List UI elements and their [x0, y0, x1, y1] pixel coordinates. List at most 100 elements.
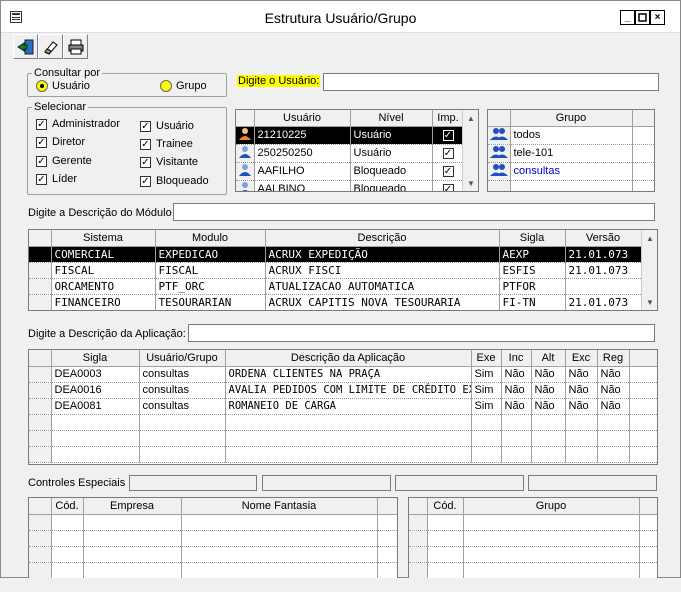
print-button[interactable] — [63, 34, 88, 59]
checkbox-visitante[interactable]: ✓ Visitante — [140, 156, 198, 168]
cell-empty — [629, 430, 657, 447]
checkbox-trainee[interactable]: ✓ Trainee — [140, 138, 193, 150]
table-row[interactable] — [409, 514, 657, 531]
header-exe[interactable]: Exe — [471, 350, 502, 367]
header-modulo[interactable]: Modulo — [155, 230, 266, 247]
cell-imp[interactable]: ✓ — [432, 144, 465, 163]
table-row[interactable] — [409, 562, 657, 578]
cell-inc[interactable]: Não — [501, 382, 532, 399]
radio-usuario[interactable]: Usuário — [36, 80, 90, 92]
table-row[interactable]: COMERCIAL EXPEDICAO ACRUX EXPEDIÇÃO AEXP… — [29, 246, 642, 263]
table-row[interactable] — [29, 446, 657, 463]
cell-alt[interactable]: Não — [531, 398, 566, 415]
table-row[interactable]: FINANCEIRO TESOURARIAN ACRUX CAPITIS NOV… — [29, 294, 642, 310]
modulo-grid-scrollbar[interactable]: ▲ ▼ — [641, 230, 657, 310]
checkbox-bloqueado[interactable]: ✓ Bloqueado — [140, 175, 209, 187]
cell-imp[interactable]: ✓ — [432, 180, 465, 191]
header-usuario[interactable]: Usuário — [254, 110, 351, 127]
cell-reg[interactable]: Não — [597, 382, 630, 399]
header-sistema[interactable]: Sistema — [51, 230, 156, 247]
table-row[interactable] — [29, 430, 657, 447]
header-grupo[interactable]: Grupo — [510, 110, 633, 127]
header-reg[interactable]: Reg — [597, 350, 630, 367]
cell-exe[interactable]: Sim — [471, 398, 502, 415]
table-row[interactable]: consultas — [488, 162, 654, 181]
table-row[interactable] — [488, 180, 654, 191]
table-row[interactable] — [29, 562, 397, 578]
header-nome-fantasia[interactable]: Nome Fantasia — [181, 498, 378, 515]
table-row[interactable]: AAFILHO Bloqueado ✓ — [236, 162, 465, 181]
table-row[interactable]: 21210225 Usuário ✓ — [236, 126, 465, 145]
controle-field-1[interactable] — [129, 475, 257, 491]
cell-exe[interactable]: Sim — [471, 366, 502, 383]
header-versao[interactable]: Versão — [565, 230, 642, 247]
cell-inc[interactable]: Não — [501, 366, 532, 383]
table-row[interactable] — [409, 546, 657, 563]
controle-field-2[interactable] — [262, 475, 391, 491]
cell-imp[interactable]: ✓ — [432, 126, 465, 145]
header-inc[interactable]: Inc — [501, 350, 532, 367]
table-row[interactable] — [29, 514, 397, 531]
header-sigla[interactable]: Sigla — [51, 350, 140, 367]
table-row[interactable] — [29, 414, 657, 431]
table-row[interactable]: ORCAMENTO PTF_ORC ATUALIZACAO AUTOMATICA… — [29, 278, 642, 295]
table-row[interactable]: DEA0081 consultas ROMANEIO DE CARGA Sim … — [29, 398, 657, 415]
scroll-down-icon[interactable]: ▼ — [463, 175, 478, 191]
cell-alt[interactable]: Não — [531, 382, 566, 399]
cell-imp[interactable]: ✓ — [432, 162, 465, 181]
table-row[interactable] — [409, 530, 657, 547]
clear-button[interactable] — [38, 34, 63, 59]
modulo-search-input[interactable] — [173, 203, 655, 221]
cell-inc[interactable]: Não — [501, 398, 532, 415]
header-indicator — [29, 498, 52, 515]
cell-exc[interactable]: Não — [565, 382, 598, 399]
table-row[interactable]: todos — [488, 126, 654, 145]
controle-field-3[interactable] — [395, 475, 524, 491]
header-imp[interactable]: Imp. — [432, 110, 465, 127]
close-button[interactable]: × — [650, 10, 665, 25]
table-row[interactable]: AALBINO Bloqueado ✓ — [236, 180, 465, 191]
aplicacao-search-input[interactable] — [188, 324, 655, 342]
header-nivel[interactable]: Nível — [350, 110, 433, 127]
header-cod[interactable]: Cód. — [51, 498, 84, 515]
checkbox-gerente[interactable]: ✓ Gerente — [36, 155, 92, 167]
scroll-up-icon[interactable]: ▲ — [642, 230, 657, 246]
controle-field-4[interactable] — [528, 475, 657, 491]
check-icon: ✓ — [140, 138, 151, 150]
cell-exc[interactable]: Não — [565, 398, 598, 415]
cell-exe[interactable]: Sim — [471, 382, 502, 399]
table-row[interactable]: DEA0003 consultas ORDENA CLIENTES NA PRA… — [29, 366, 657, 383]
header-alt[interactable]: Alt — [531, 350, 566, 367]
checkbox-usuario[interactable]: ✓ Usuário — [140, 120, 194, 132]
scroll-up-icon[interactable]: ▲ — [463, 110, 478, 126]
header-grupo[interactable]: Grupo — [463, 498, 640, 515]
table-row[interactable] — [29, 530, 397, 547]
header-cod[interactable]: Cód. — [427, 498, 464, 515]
header-sigla[interactable]: Sigla — [499, 230, 566, 247]
exit-button[interactable] — [13, 34, 38, 59]
cell-reg[interactable]: Não — [597, 366, 630, 383]
checkbox-lider[interactable]: ✓ Líder — [36, 173, 77, 185]
cell-reg[interactable]: Não — [597, 398, 630, 415]
table-row[interactable]: FISCAL FISCAL ACRUX FISCI ESFIS 21.01.07… — [29, 262, 642, 279]
checkbox-administrador[interactable]: ✓ Administrador — [36, 118, 120, 130]
header-exc[interactable]: Exc — [565, 350, 598, 367]
table-row[interactable]: tele-101 — [488, 144, 654, 163]
table-row[interactable] — [29, 546, 397, 563]
header-usuario-grupo[interactable]: Usuário/Grupo — [139, 350, 226, 367]
table-row[interactable]: DEA0016 consultas AVALIA PEDIDOS COM LIM… — [29, 382, 657, 399]
header-descricao[interactable]: Descrição — [265, 230, 500, 247]
radio-grupo[interactable]: Grupo — [160, 80, 207, 92]
checkbox-diretor[interactable]: ✓ Diretor — [36, 136, 85, 148]
header-descricao-aplicacao[interactable]: Descrição da Aplicação — [225, 350, 472, 367]
cell-nivel: Bloqueado — [350, 180, 433, 191]
header-empresa[interactable]: Empresa — [83, 498, 182, 515]
maximize-button[interactable] — [635, 10, 650, 25]
cell-alt[interactable]: Não — [531, 366, 566, 383]
table-row[interactable]: 250250250 Usuário ✓ — [236, 144, 465, 163]
minimize-button[interactable]: _ — [620, 10, 635, 25]
cell-exc[interactable]: Não — [565, 366, 598, 383]
usuario-search-input[interactable] — [323, 73, 659, 91]
scroll-down-icon[interactable]: ▼ — [642, 294, 657, 310]
users-grid-scrollbar[interactable]: ▲ ▼ — [462, 110, 478, 191]
